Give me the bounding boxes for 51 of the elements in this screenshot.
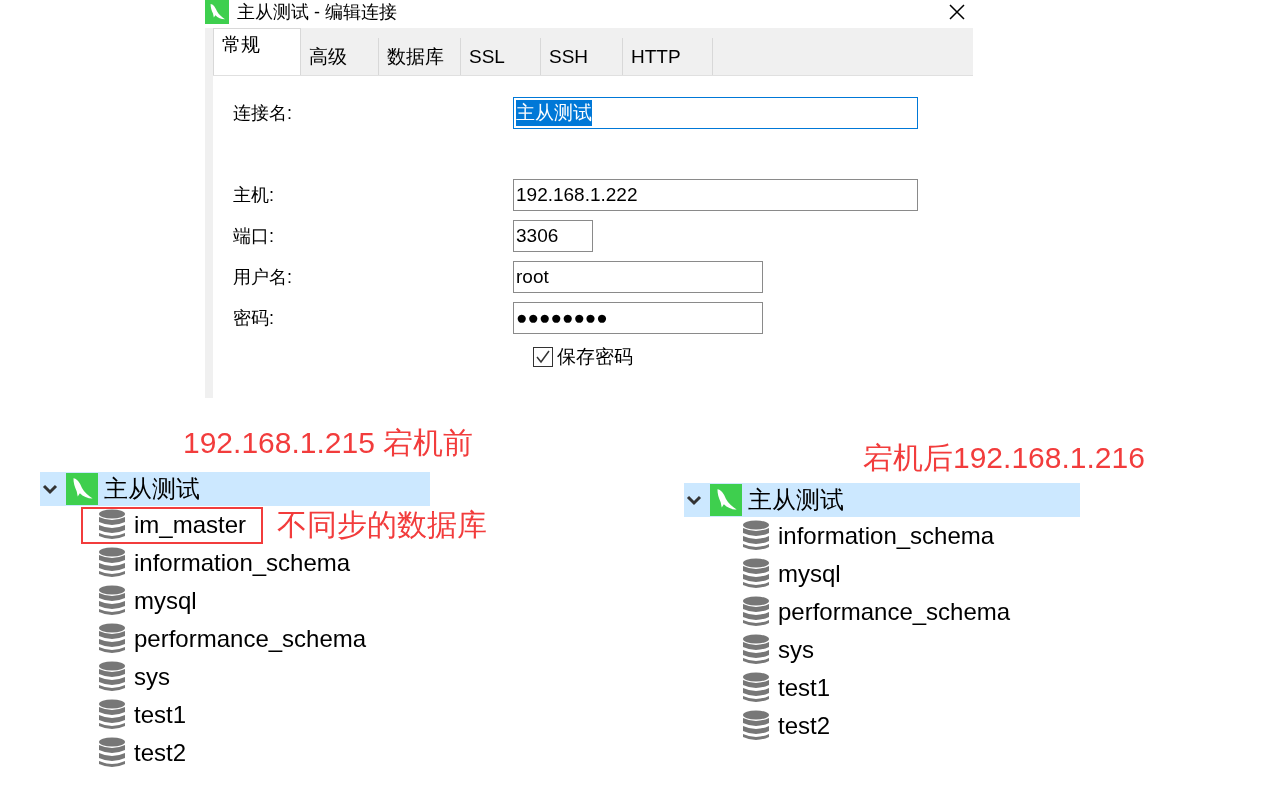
input-field[interactable]: ●●●●●●●● <box>513 301 763 334</box>
tree-label: 主从测试 <box>748 485 844 515</box>
database-icon <box>742 520 770 552</box>
field-label: 端口: <box>233 224 275 248</box>
tree-item[interactable]: information_schema <box>778 522 995 550</box>
database-icon <box>98 661 126 693</box>
annotation-text: 不同步的数据库 <box>277 506 488 543</box>
window-title: 主从测试 - 编辑连接 <box>237 1 397 23</box>
annotation-text: 192.168.1.215 宕机前 <box>183 426 474 460</box>
database-icon <box>742 558 770 590</box>
tree-row[interactable]: 主从测试 <box>40 472 430 506</box>
tree-item[interactable]: im_master <box>134 511 247 539</box>
tree-label: 主从测试 <box>104 474 200 504</box>
input-field[interactable]: root <box>513 260 763 293</box>
tree-item[interactable]: test1 <box>778 674 831 702</box>
tree-row[interactable]: 主从测试 <box>684 483 1080 517</box>
close-icon[interactable] <box>949 4 965 20</box>
field-label: 密码: <box>233 306 275 330</box>
dolphin-logo-icon <box>66 473 98 505</box>
tree-item[interactable]: test1 <box>134 701 187 729</box>
checkbox[interactable] <box>533 347 553 367</box>
tree-item[interactable]: performance_schema <box>778 598 1011 626</box>
database-icon <box>742 596 770 628</box>
tree-item[interactable]: information_schema <box>134 549 351 577</box>
input-field[interactable]: 主从测试 <box>513 96 918 129</box>
field-label: 连接名: <box>233 101 293 125</box>
tree-item[interactable]: test2 <box>134 739 187 767</box>
field-label: 用户名: <box>233 265 293 289</box>
input-field[interactable]: 192.168.1.222 <box>513 178 918 211</box>
database-icon <box>98 737 126 769</box>
tree-item[interactable]: sys <box>134 663 170 691</box>
database-icon <box>742 710 770 742</box>
annotation-text: 宕机后192.168.1.216 <box>863 441 1145 475</box>
tab[interactable]: 常规 <box>213 28 301 75</box>
tree-item[interactable]: test2 <box>778 712 831 740</box>
tree-item[interactable]: sys <box>778 636 814 664</box>
dolphin-logo-icon <box>205 0 229 24</box>
database-icon <box>98 623 126 655</box>
tree-item[interactable]: mysql <box>134 587 197 615</box>
database-icon <box>98 509 126 541</box>
tree-item[interactable]: performance_schema <box>134 625 367 653</box>
database-icon <box>742 634 770 666</box>
checkbox-label: 保存密码 <box>557 345 633 369</box>
database-icon <box>98 547 126 579</box>
dolphin-logo-icon <box>710 484 742 516</box>
database-icon <box>98 585 126 617</box>
input-field[interactable]: 3306 <box>513 219 593 252</box>
field-label: 主机: <box>233 183 275 207</box>
database-icon <box>98 699 126 731</box>
tree-item[interactable]: mysql <box>778 560 841 588</box>
database-icon <box>742 672 770 704</box>
